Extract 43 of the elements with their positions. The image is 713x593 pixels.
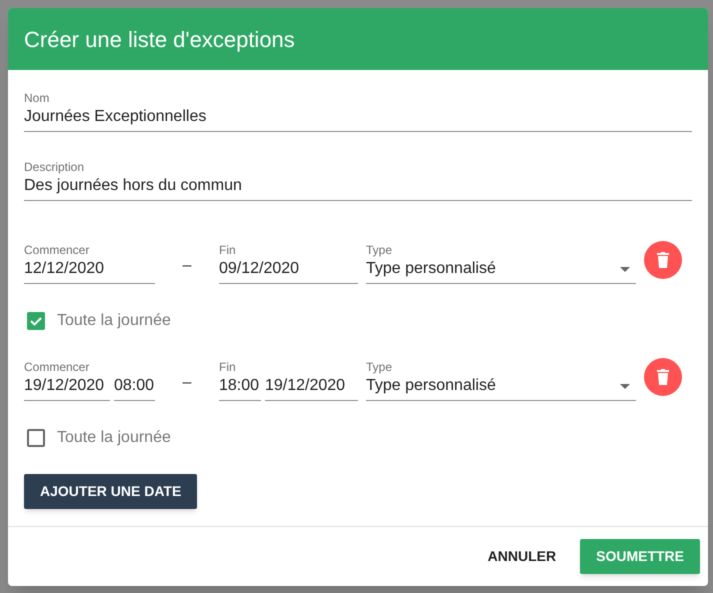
- dash-separator: –: [182, 373, 192, 393]
- checkbox[interactable]: [27, 312, 45, 330]
- field-label: Type: [366, 359, 394, 375]
- dash-separator: –: [182, 256, 192, 276]
- field-value: 08:00: [114, 376, 155, 396]
- field-label: Fin: [219, 242, 237, 258]
- field-label: Commencer: [24, 359, 90, 375]
- field-label: Description: [24, 159, 86, 175]
- dialog-title: Créer une liste d'exceptions: [24, 26, 295, 54]
- field-value: Type personnalisé: [366, 376, 496, 396]
- field-value: 09/12/2020: [219, 259, 300, 279]
- input-field[interactable]: 08:00: [114, 359, 155, 401]
- field-label: Commencer: [24, 242, 90, 258]
- input-field[interactable]: Nom Journées Exceptionnelles: [24, 90, 692, 132]
- input-field[interactable]: Fin 09/12/2020: [219, 242, 358, 284]
- input-field[interactable]: Fin 18:00: [219, 359, 261, 401]
- field-label: Nom: [24, 90, 50, 106]
- input-field[interactable]: Commencer 19/12/2020: [24, 359, 110, 401]
- caret-icon: [620, 384, 630, 388]
- caret-icon: [620, 266, 630, 272]
- checkbox[interactable]: [27, 429, 45, 447]
- field-value: Des journées hors du commun: [24, 176, 243, 196]
- trash-icon: [657, 369, 669, 385]
- add-date-button[interactable]: AJOUTER UNE DATE: [24, 474, 198, 509]
- type-dropdown[interactable]: Type Type personnalisé: [366, 359, 636, 401]
- checkbox-label: Toute la journée: [57, 311, 171, 331]
- field-label: Fin: [219, 359, 237, 375]
- field-value: Type personnalisé: [366, 259, 496, 279]
- field-value: 12/12/2020: [24, 259, 106, 279]
- input-field[interactable]: 19/12/2020: [265, 359, 358, 401]
- field-label: Type: [366, 242, 394, 258]
- delete-button[interactable]: [644, 358, 682, 396]
- cancel-button[interactable]: ANNULER: [472, 539, 572, 574]
- type-dropdown[interactable]: Type Type personnalisé: [366, 242, 636, 284]
- trash-icon: [657, 252, 669, 268]
- checkbox-label: Toute la journée: [57, 428, 171, 448]
- delete-button[interactable]: [644, 241, 682, 279]
- field-value: Journées Exceptionnelles: [24, 107, 208, 127]
- field-value: 18:00: [219, 376, 260, 396]
- input-field[interactable]: Description Des journées hors du commun: [24, 159, 692, 201]
- field-value: 19/12/2020: [24, 376, 106, 396]
- input-field[interactable]: Commencer 12/12/2020: [24, 242, 155, 284]
- field-value: 19/12/2020: [265, 376, 346, 396]
